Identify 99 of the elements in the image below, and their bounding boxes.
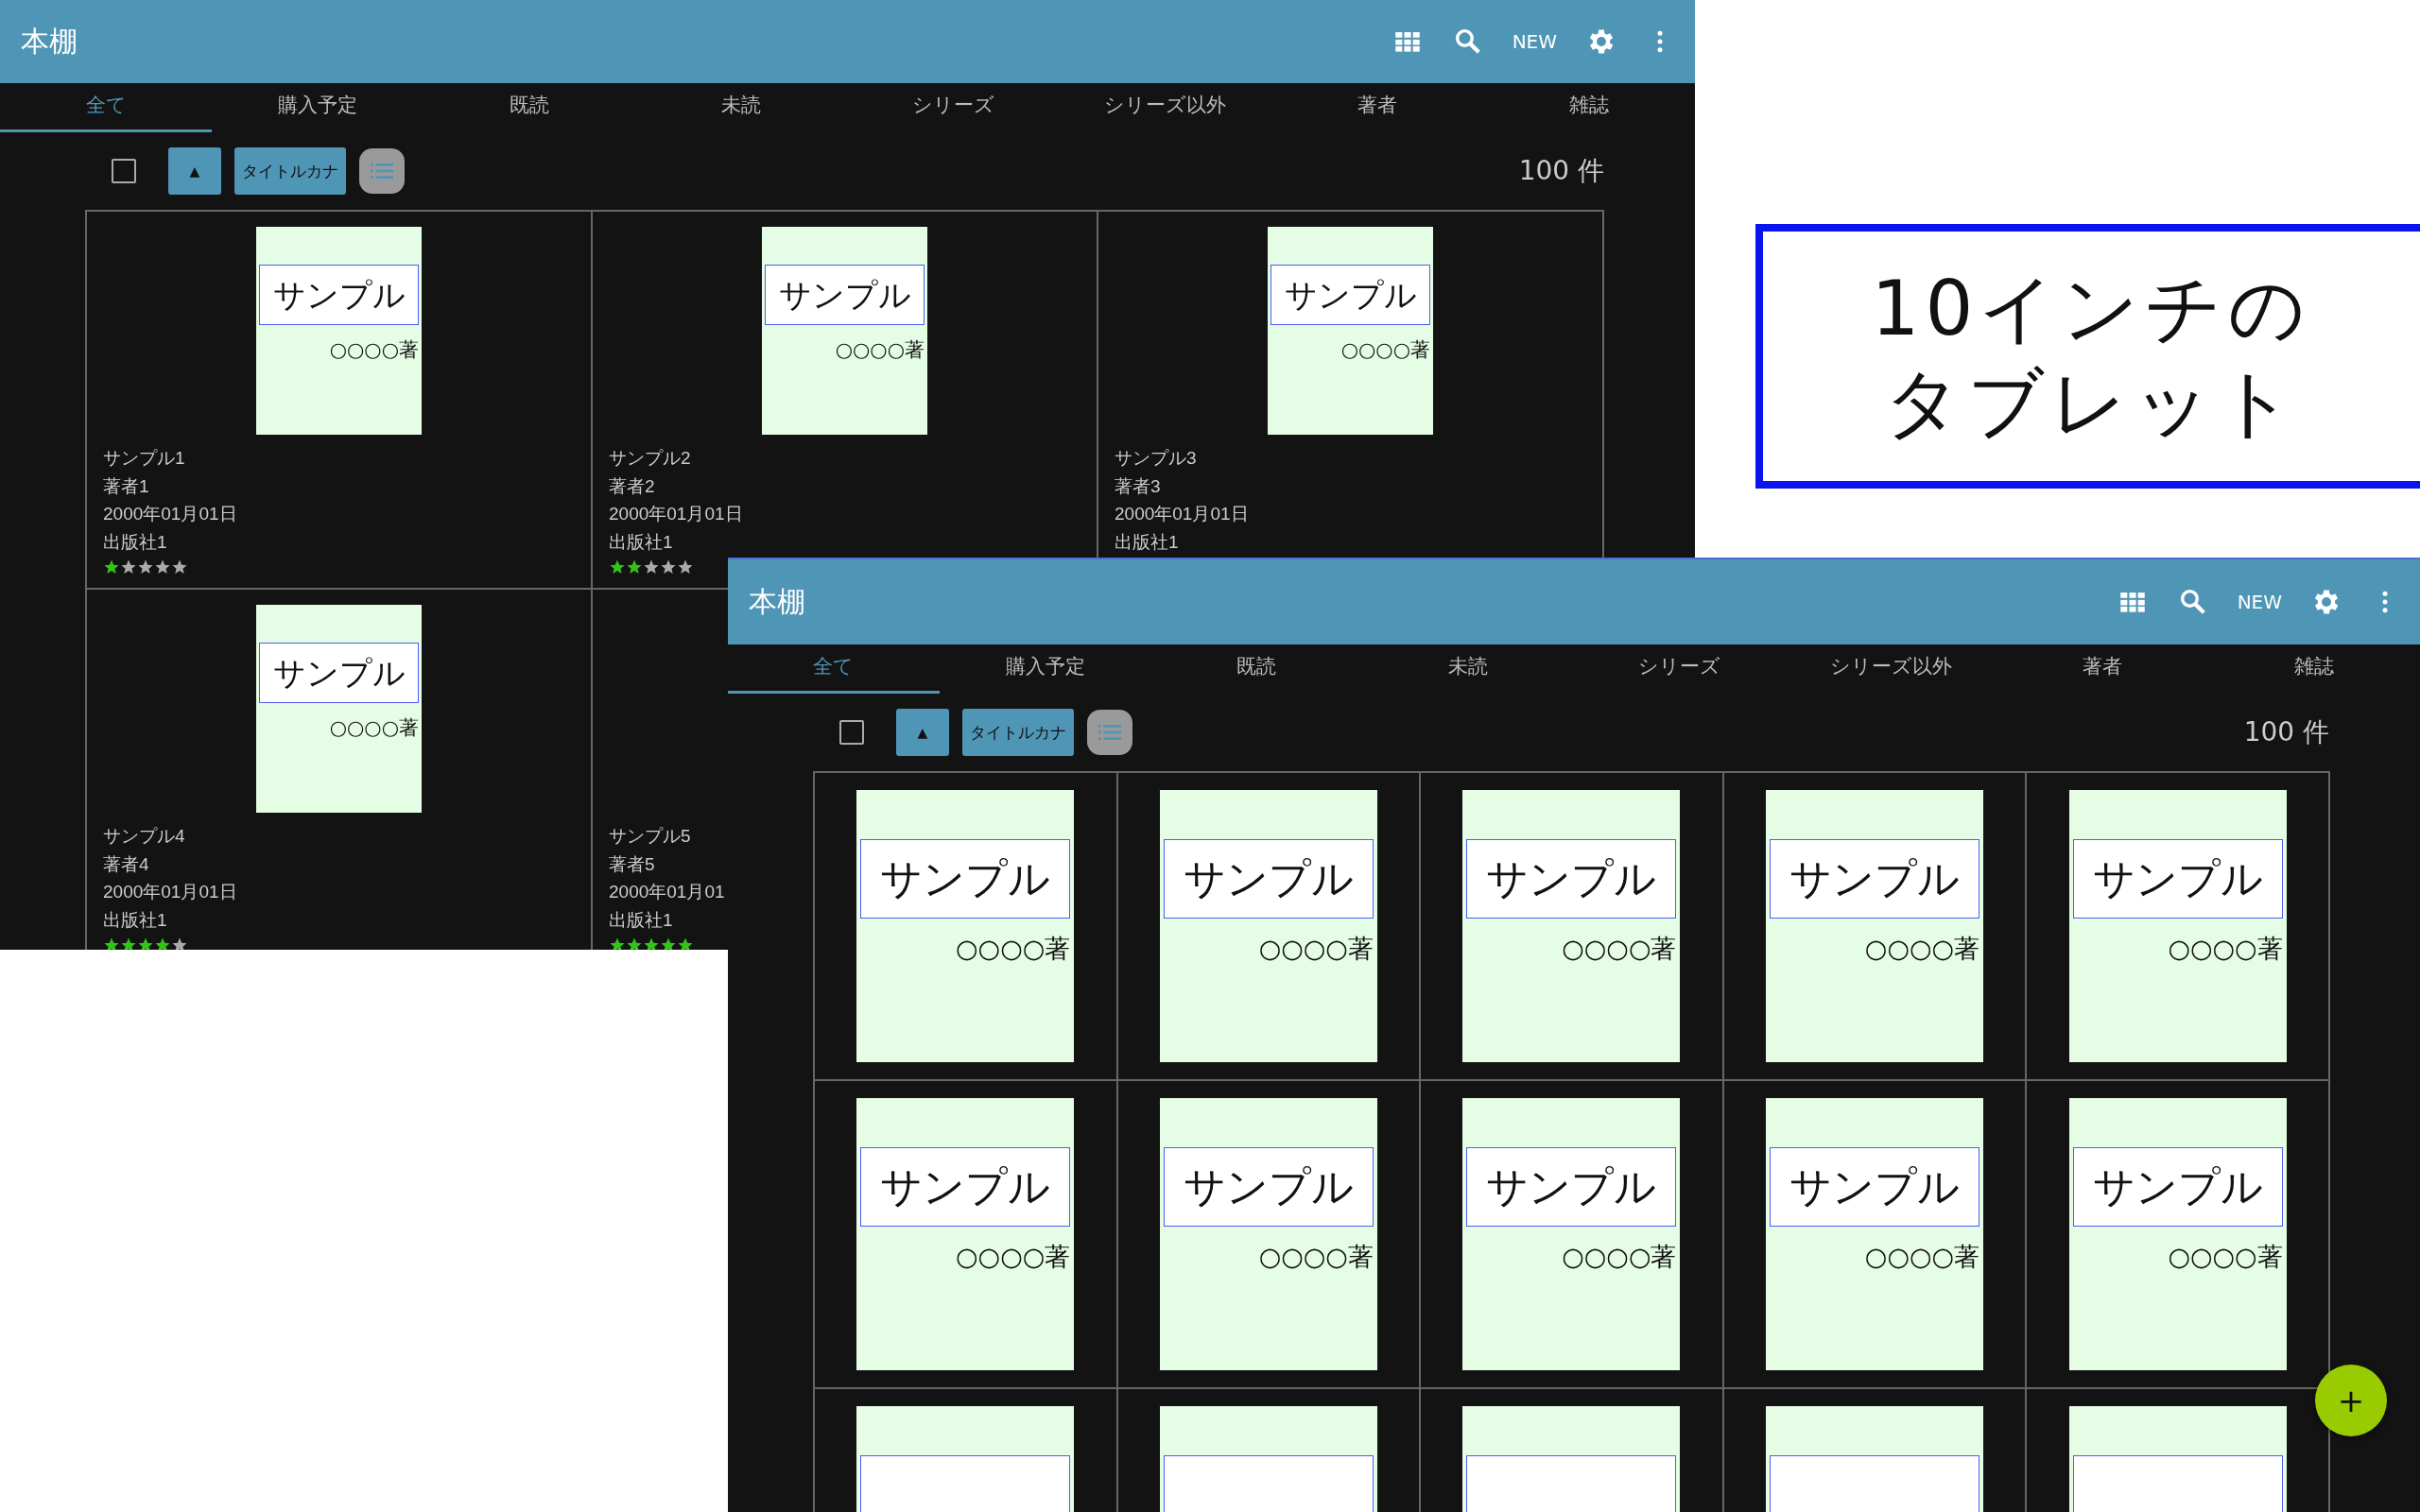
app-title: 本棚 bbox=[749, 583, 805, 620]
star-icon bbox=[609, 936, 626, 950]
book-publisher: 出版社1 bbox=[609, 908, 673, 932]
cover-title: サンプル bbox=[1770, 839, 1980, 919]
tab[interactable]: 著者 bbox=[1996, 644, 2209, 694]
cover-title: サンプル bbox=[765, 265, 925, 325]
tab[interactable]: シリーズ bbox=[1574, 644, 1786, 694]
tab[interactable]: シリーズ以外 bbox=[1059, 83, 1271, 132]
tab[interactable]: シリーズ bbox=[847, 83, 1060, 132]
sort-key-button[interactable]: タイトルカナ bbox=[962, 709, 1074, 756]
book-title: サンプル4 bbox=[103, 825, 185, 848]
book-title: サンプル3 bbox=[1115, 447, 1197, 470]
caption-text: タブレット bbox=[1883, 358, 2300, 449]
cover-title: サンプル bbox=[860, 839, 1071, 919]
cover-title: サンプル bbox=[1466, 839, 1677, 919]
star-icon bbox=[677, 558, 694, 576]
book-publisher: 出版社1 bbox=[103, 908, 167, 932]
book-author: 著者5 bbox=[609, 852, 655, 876]
tab[interactable]: 既読 bbox=[1150, 644, 1363, 694]
sort-order-button[interactable]: ▲ bbox=[168, 147, 221, 195]
cover-author: ○○○○著 bbox=[955, 933, 1071, 965]
tab[interactable]: 既読 bbox=[424, 83, 636, 132]
book-date: 2000年01月01 bbox=[609, 881, 725, 903]
star-icon bbox=[626, 936, 643, 950]
list-view-button[interactable] bbox=[359, 148, 405, 194]
cover-title: サンプル bbox=[2072, 839, 2283, 919]
checkbox[interactable] bbox=[112, 159, 136, 183]
book-publisher: 出版社1 bbox=[103, 530, 167, 554]
checkbox[interactable] bbox=[839, 720, 864, 745]
sort-order-button[interactable]: ▲ bbox=[896, 709, 949, 756]
tab[interactable]: シリーズ以外 bbox=[1785, 644, 1997, 694]
cover-author: ○○○○著 bbox=[1561, 1241, 1677, 1273]
cover-author: ○○○○著 bbox=[328, 715, 419, 741]
book-author: 著者4 bbox=[103, 852, 149, 876]
app-title: 本棚 bbox=[21, 23, 78, 60]
book-date: 2000年01月01日 bbox=[1115, 503, 1249, 525]
cover-title: サンプル bbox=[259, 265, 419, 325]
cover-author: ○○○○著 bbox=[834, 337, 925, 363]
caption-text: 10インチの bbox=[1871, 264, 2312, 354]
book-author: 著者1 bbox=[103, 474, 149, 498]
star-icon bbox=[154, 936, 171, 950]
star-icon bbox=[171, 558, 188, 576]
star-icon bbox=[171, 936, 188, 950]
star-icon bbox=[103, 558, 120, 576]
star-icon bbox=[120, 558, 137, 576]
cover-author: ○○○○著 bbox=[1257, 1241, 1374, 1273]
tab[interactable]: 著者 bbox=[1270, 83, 1483, 132]
sort-key-button[interactable]: タイトルカナ bbox=[234, 147, 346, 195]
item-count: 100 件 bbox=[1518, 154, 1604, 188]
star-icon bbox=[660, 558, 677, 576]
cover-title: サンプル bbox=[2072, 1147, 2283, 1227]
tab[interactable]: 全て bbox=[0, 83, 213, 132]
cover-author: ○○○○著 bbox=[1561, 933, 1677, 965]
cover-author: ○○○○著 bbox=[2167, 1241, 2283, 1273]
book-author: 著者3 bbox=[1115, 474, 1161, 498]
star-icon bbox=[660, 936, 677, 950]
star-icon bbox=[643, 936, 660, 950]
tab[interactable]: 未読 bbox=[1362, 644, 1574, 694]
cover-title: サンプル bbox=[1770, 1147, 1980, 1227]
book-date: 2000年01月01日 bbox=[609, 503, 743, 525]
tab[interactable]: 雑誌 bbox=[2208, 644, 2420, 694]
star-icon bbox=[643, 558, 660, 576]
book-publisher: 出版社1 bbox=[609, 530, 673, 554]
cover-title: サンプル bbox=[259, 643, 419, 703]
book-date: 2000年01月01日 bbox=[103, 881, 237, 903]
cover-author: ○○○○著 bbox=[1863, 1241, 1980, 1273]
cover-title: サンプル bbox=[1270, 265, 1430, 325]
list-view-button[interactable] bbox=[1087, 710, 1132, 755]
star-icon bbox=[137, 558, 154, 576]
book-title: サンプル1 bbox=[103, 447, 185, 470]
star-icon bbox=[677, 936, 694, 950]
book-date: 2000年01月01日 bbox=[103, 503, 237, 525]
star-icon bbox=[103, 936, 120, 950]
cover-title: サンプル bbox=[860, 1147, 1071, 1227]
cover-title: サンプル bbox=[1466, 1147, 1677, 1227]
star-icon bbox=[137, 936, 154, 950]
tab[interactable]: 購入予定 bbox=[939, 644, 1151, 694]
book-author: 著者2 bbox=[609, 474, 655, 498]
tab[interactable]: 購入予定 bbox=[212, 83, 424, 132]
book-publisher: 出版社1 bbox=[1115, 530, 1179, 554]
cover-author: ○○○○著 bbox=[1340, 337, 1430, 363]
item-count: 100 件 bbox=[2243, 715, 2329, 749]
cover-author: ○○○○著 bbox=[2167, 933, 2283, 965]
cover-author: ○○○○著 bbox=[955, 1241, 1071, 1273]
add-button[interactable]: + bbox=[2315, 1365, 2387, 1436]
star-icon bbox=[154, 558, 171, 576]
star-icon bbox=[626, 558, 643, 576]
tab[interactable]: 全て bbox=[728, 644, 940, 694]
star-icon bbox=[120, 936, 137, 950]
cover-author: ○○○○著 bbox=[1257, 933, 1374, 965]
cover-title: サンプル bbox=[1163, 1147, 1374, 1227]
tab[interactable]: 雑誌 bbox=[1482, 83, 1695, 132]
cover-author: ○○○○著 bbox=[328, 337, 419, 363]
cover-author: ○○○○著 bbox=[1863, 933, 1980, 965]
book-title: サンプル2 bbox=[609, 447, 691, 470]
book-title: サンプル5 bbox=[609, 825, 691, 848]
tab[interactable]: 未読 bbox=[635, 83, 848, 132]
star-icon bbox=[609, 558, 626, 576]
cover-title: サンプル bbox=[1163, 839, 1374, 919]
